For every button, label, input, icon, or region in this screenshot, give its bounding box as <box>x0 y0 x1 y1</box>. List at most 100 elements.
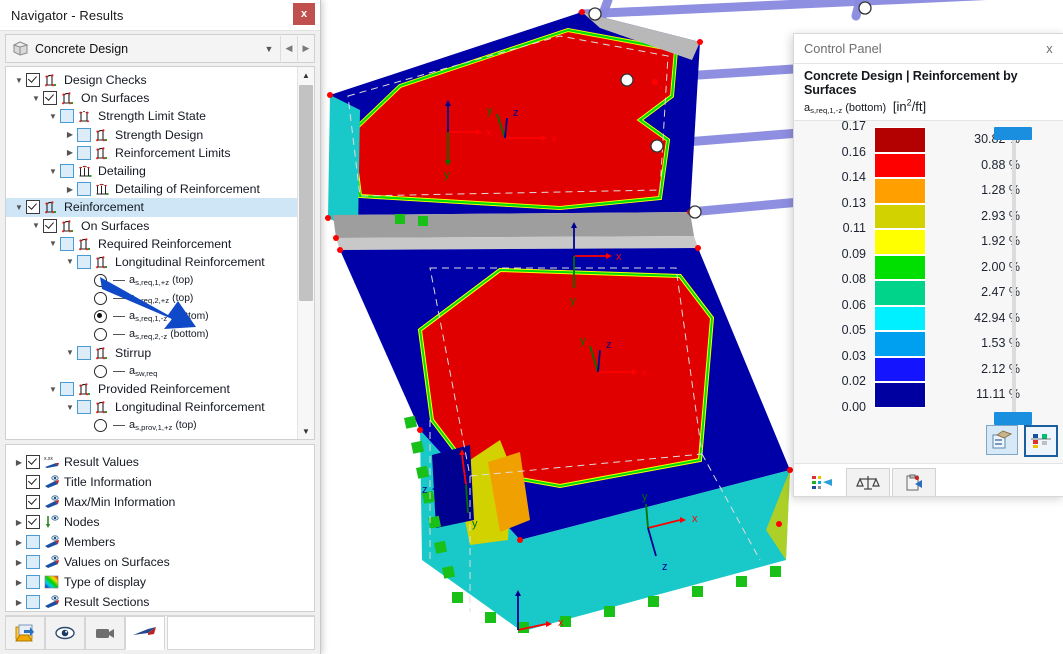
checkbox[interactable] <box>77 345 91 360</box>
radio-button[interactable] <box>94 328 107 342</box>
chevron-down-icon[interactable]: ▼ <box>46 237 60 251</box>
scrollbar-thumb[interactable] <box>299 85 313 301</box>
checkbox[interactable] <box>43 91 57 106</box>
color-scale-icon[interactable] <box>800 468 844 496</box>
tree-item-as-req-2-z-bottom[interactable]: as,req,2,-z (bottom) <box>6 326 297 344</box>
legend-color-swatch[interactable] <box>874 152 926 179</box>
slider-handle-top[interactable] <box>994 127 1032 141</box>
checkbox[interactable] <box>26 455 40 469</box>
tree-item-provided-reinforcement[interactable]: ▼ Provided Reinforcement <box>6 380 297 398</box>
chevron-down-icon[interactable]: ▼ <box>46 382 60 396</box>
tree-item-result-values[interactable]: ▶ x.xx Result Values <box>6 452 314 472</box>
chevron-down-icon[interactable]: ▼ <box>12 200 26 214</box>
checkbox[interactable] <box>26 495 40 509</box>
checkbox[interactable] <box>26 595 40 609</box>
chevron-right-icon[interactable]: ▶ <box>12 575 26 589</box>
tree-item-on-surfaces[interactable]: ▼ On Surfaces <box>6 217 297 235</box>
legend-row[interactable]: 0.02 11.11 % <box>794 374 1063 408</box>
tree-item-result-sections[interactable]: ▶ Result Sections <box>6 592 314 611</box>
chevron-down-icon[interactable]: ▼ <box>258 36 280 61</box>
radio-button[interactable] <box>94 310 107 324</box>
chevron-right-icon[interactable]: ▶ <box>63 182 77 196</box>
navigator-tree[interactable]: ▼ Design Checks ▼ On Surfaces ▼ Strength Limi… <box>6 67 297 435</box>
tree-item-as-req-2-z-top[interactable]: as,req,2,+z (top) <box>6 289 297 307</box>
navigator-tree-scrollarea[interactable]: ▼ Design Checks ▼ On Surfaces ▼ Strength Limi… <box>6 67 297 439</box>
navigator-results-window[interactable]: Navigator - Results x Concrete Design ▼ … <box>0 0 321 654</box>
checkbox[interactable] <box>26 200 40 215</box>
legend-bars-icon[interactable] <box>1024 425 1058 457</box>
navigator-tree-panel[interactable]: ▼ Design Checks ▼ On Surfaces ▼ Strength Limi… <box>5 66 315 440</box>
checkbox[interactable] <box>26 555 40 569</box>
chevron-down-icon[interactable]: ▼ <box>12 73 26 87</box>
legend-color-swatch[interactable] <box>874 178 926 204</box>
close-icon[interactable]: x <box>293 3 315 25</box>
palette-edit-icon[interactable] <box>986 425 1018 455</box>
tree-item-title-information[interactable]: Title Information <box>6 472 314 492</box>
checkbox[interactable] <box>60 382 74 397</box>
close-icon[interactable]: x <box>1039 38 1060 59</box>
checkbox[interactable] <box>26 73 40 88</box>
control-panel-body[interactable]: 0.1730.82 %0.160.88 %0.141.28 %0.132.93 … <box>794 119 1063 463</box>
radio-button[interactable] <box>94 364 107 378</box>
chevron-down-icon[interactable]: ▼ <box>29 91 43 105</box>
legend-color-swatch[interactable] <box>874 229 926 255</box>
tree-scrollbar[interactable]: ▲ ▼ <box>297 67 314 439</box>
tree-item-strength-design[interactable]: ▶ Strength Design <box>6 126 297 144</box>
chevron-right-icon[interactable]: ▶ <box>12 595 26 609</box>
checkbox[interactable] <box>77 400 91 415</box>
scales-icon[interactable] <box>846 468 890 496</box>
checkbox[interactable] <box>77 254 91 269</box>
legend-color-swatch[interactable] <box>874 331 926 357</box>
radio-button[interactable] <box>94 291 107 305</box>
tree-item-stirrup[interactable]: ▼ Stirrup <box>6 344 297 362</box>
tree-item-as-req-1-z-top[interactable]: as,req,1,+z (top) <box>6 271 297 289</box>
triangle-left-icon[interactable]: ◀ <box>280 36 297 61</box>
tree-item-reinforcement[interactable]: ▼ Reinforcement <box>6 198 297 217</box>
tree-item-members[interactable]: ▶ Members <box>6 532 314 552</box>
eye-icon[interactable] <box>45 616 85 650</box>
navigator-display-tree[interactable]: ▶ x.xx Result Values Title Information Max/M… <box>6 448 314 611</box>
legend-color-swatch[interactable] <box>874 356 926 383</box>
color-legend[interactable]: 0.1730.82 %0.160.88 %0.141.28 %0.132.93 … <box>794 119 1063 414</box>
tree-item-detailing-of-reinforcement[interactable]: ▶ Detailing of Reinforcement <box>6 180 297 198</box>
tree-item-max-min-information[interactable]: Max/Min Information <box>6 492 314 512</box>
legend-color-swatch[interactable] <box>874 127 926 153</box>
slider-handle-bottom[interactable] <box>994 412 1032 426</box>
tree-item-type-of-display[interactable]: ▶ Type of display <box>6 572 314 592</box>
radio-button[interactable] <box>94 273 107 287</box>
checkbox[interactable] <box>60 236 74 251</box>
chevron-right-icon[interactable]: ▶ <box>12 515 26 529</box>
radio-button[interactable] <box>94 419 107 433</box>
chevron-right-icon[interactable]: ▶ <box>12 455 26 469</box>
control-panel-tool-buttons[interactable] <box>986 425 1058 457</box>
checkbox[interactable] <box>43 218 57 233</box>
checkbox[interactable] <box>60 109 74 124</box>
tree-item-longitudinal-reinforcement[interactable]: ▼ Longitudinal Reinforcement <box>6 253 297 271</box>
chevron-down-icon[interactable]: ▼ <box>298 423 314 439</box>
chevron-right-icon[interactable]: ▶ <box>63 128 77 142</box>
tree-item-values-on-surfaces[interactable]: ▶ Values on Surfaces <box>6 552 314 572</box>
checkbox[interactable] <box>26 575 40 589</box>
legend-color-swatch[interactable] <box>874 280 926 306</box>
checkbox[interactable] <box>26 535 40 549</box>
legend-range-slider[interactable] <box>994 127 1032 426</box>
chevron-down-icon[interactable]: ▼ <box>46 164 60 178</box>
tree-item-as-prov-1-z-top[interactable]: as,prov,1,+z (top) <box>6 417 297 435</box>
folder-arrow-icon[interactable] <box>5 616 45 650</box>
results-arrow-icon[interactable] <box>125 616 165 650</box>
tree-item-longitudinal-reinforcement[interactable]: ▼ Longitudinal Reinforcement <box>6 398 297 416</box>
chevron-down-icon[interactable]: ▼ <box>63 346 77 360</box>
triangle-right-icon[interactable]: ▶ <box>297 36 314 61</box>
legend-color-swatch[interactable] <box>874 254 926 281</box>
legend-color-swatch[interactable] <box>874 382 926 408</box>
camera-icon[interactable] <box>85 616 125 650</box>
clipboard-icon[interactable] <box>892 468 936 496</box>
chevron-down-icon[interactable]: ▼ <box>63 255 77 269</box>
tree-item-as-req-1-z-bottom[interactable]: as,req,1,-z (bottom) <box>6 307 297 325</box>
checkbox[interactable] <box>26 515 40 529</box>
checkbox[interactable] <box>60 164 74 179</box>
tree-item-reinforcement-limits[interactable]: ▶ Reinforcement Limits <box>6 144 297 162</box>
chevron-right-icon[interactable]: ▶ <box>63 146 77 160</box>
chevron-right-icon[interactable]: ▶ <box>12 535 26 549</box>
checkbox[interactable] <box>77 127 91 142</box>
